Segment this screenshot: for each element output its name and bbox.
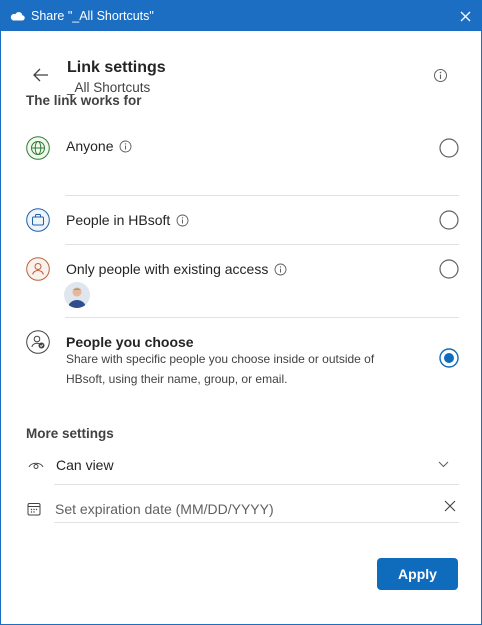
page-title: Link settings <box>67 59 166 76</box>
radio-anyone[interactable] <box>439 138 459 158</box>
expiration-date-field[interactable]: Set expiration date (MM/DD/YYYY) <box>26 484 459 523</box>
link-works-for-label: The link works for <box>26 93 142 108</box>
eye-icon <box>28 462 44 469</box>
globe-icon <box>26 136 50 160</box>
radio-people-you-choose[interactable] <box>439 348 459 368</box>
divider <box>65 195 459 196</box>
option-people-you-choose-label: People you choose <box>66 334 194 350</box>
title-bar: Share "_All Shortcuts" <box>1 1 481 31</box>
apply-button[interactable]: Apply <box>377 558 458 590</box>
panel-header: Link settings _All Shortcuts <box>1 31 481 101</box>
person-add-icon <box>26 330 50 354</box>
divider <box>65 244 459 245</box>
share-dialog: Share "_All Shortcuts" Link settings _Al… <box>0 0 482 625</box>
info-icon[interactable] <box>119 140 132 153</box>
permission-value: Can view <box>56 457 114 473</box>
person-icon <box>26 257 50 281</box>
info-icon[interactable] <box>274 263 287 276</box>
option-existing-access[interactable]: Only people with existing access <box>26 246 459 316</box>
expiration-date-input[interactable]: Set expiration date (MM/DD/YYYY) <box>55 501 274 517</box>
option-people-you-choose[interactable]: People you choose Share with specific pe… <box>26 319 459 397</box>
radio-existing-access[interactable] <box>439 259 459 279</box>
window-title: Share "_All Shortcuts" <box>31 9 154 23</box>
back-arrow-icon[interactable] <box>31 65 51 85</box>
option-anyone[interactable]: Anyone <box>26 123 459 173</box>
more-settings-label: More settings <box>26 426 114 441</box>
info-icon[interactable] <box>433 68 448 83</box>
permission-dropdown[interactable]: Can view <box>26 445 459 485</box>
avatar <box>64 282 90 308</box>
option-people-in-org-label: People in HBsoft <box>66 212 171 228</box>
option-people-in-org[interactable]: People in HBsoft <box>26 197 459 243</box>
option-existing-access-label: Only people with existing access <box>66 261 269 277</box>
briefcase-icon <box>26 208 50 232</box>
clear-icon[interactable] <box>444 500 456 512</box>
chevron-down-icon[interactable] <box>438 461 449 468</box>
option-people-you-choose-description: Share with specific people you choose in… <box>66 352 375 386</box>
calendar-icon <box>27 503 41 516</box>
divider <box>65 317 459 318</box>
divider <box>54 522 459 523</box>
option-anyone-label: Anyone <box>66 138 114 154</box>
onedrive-cloud-icon <box>10 12 25 21</box>
radio-people-in-org[interactable] <box>439 210 459 230</box>
close-icon[interactable] <box>457 8 473 24</box>
info-icon[interactable] <box>176 214 189 227</box>
